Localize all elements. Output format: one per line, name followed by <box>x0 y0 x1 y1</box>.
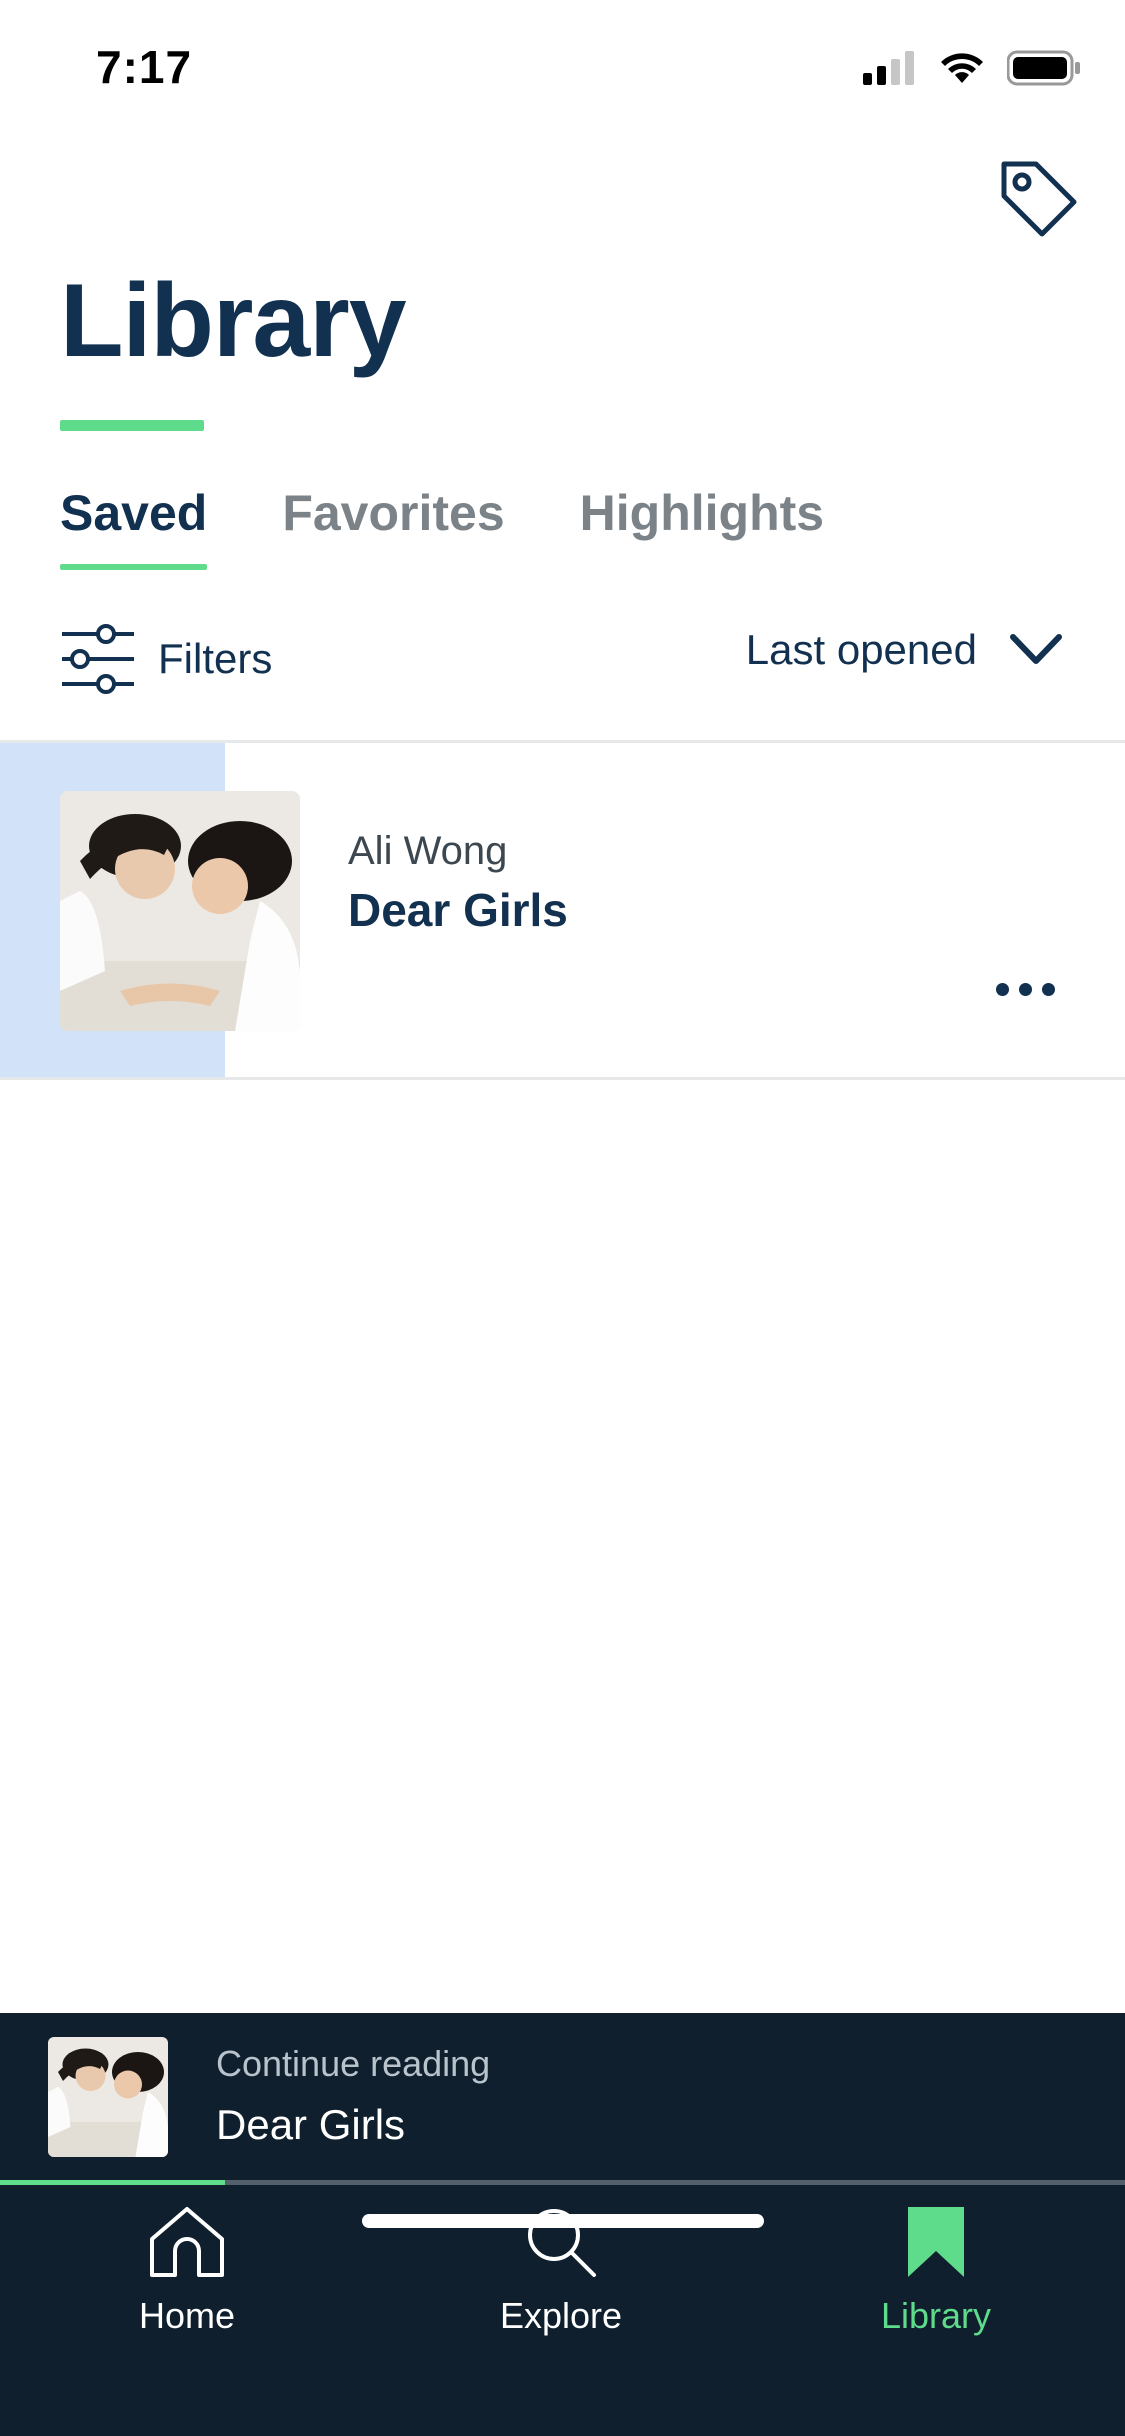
home-indicator <box>362 2214 764 2228</box>
continue-reading-title: Dear Girls <box>216 2101 406 2148</box>
tab-favorites[interactable]: Favorites <box>282 484 504 570</box>
chevron-down-icon <box>1010 634 1062 664</box>
status-bar: 7:17 <box>0 0 1125 140</box>
title-underline <box>60 420 204 431</box>
list-item[interactable]: Ali Wong Dear Girls <box>0 743 1125 1077</box>
tag-icon <box>1001 161 1077 237</box>
filters-label: Filters <box>158 635 273 682</box>
more-options-button[interactable] <box>996 983 1055 996</box>
tab-library[interactable]: Library <box>806 2205 1066 2337</box>
bookmark-icon <box>908 2207 964 2277</box>
tab-explore-label: Explore <box>499 2295 623 2336</box>
wifi-icon <box>941 53 983 83</box>
sort-dropdown[interactable]: Last opened <box>746 626 1063 674</box>
more-dots-icon <box>996 983 1009 996</box>
book-cover <box>60 791 300 1031</box>
status-icons <box>863 50 1081 86</box>
tab-home[interactable]: Home <box>57 2205 317 2337</box>
sliders-icon <box>62 624 134 694</box>
divider-bottom <box>0 1077 1125 1080</box>
tab-home-label: Home <box>138 2295 236 2336</box>
home-icon <box>150 2207 224 2277</box>
tab-library-label: Library <box>880 2295 992 2336</box>
tab-highlights[interactable]: Highlights <box>580 484 824 570</box>
sort-label: Last opened <box>745 626 977 673</box>
library-tabs: Saved Favorites Highlights <box>60 484 824 570</box>
status-time: 7:17 <box>96 41 193 93</box>
filter-row: Filters Last opened <box>0 612 1125 742</box>
battery-icon <box>1007 50 1080 86</box>
page-title: Library <box>60 263 407 379</box>
continue-reading-caption: Continue reading <box>216 2043 491 2084</box>
continue-reading-cover <box>48 2037 168 2157</box>
tag-button[interactable] <box>996 156 1080 240</box>
cellular-signal-icon <box>863 51 914 85</box>
book-title: Dear Girls <box>348 884 568 936</box>
continue-reading-bar[interactable]: Continue reading Dear Girls <box>0 2013 1125 2185</box>
book-author: Ali Wong <box>348 829 508 873</box>
tab-saved[interactable]: Saved <box>60 484 208 570</box>
filters-button[interactable]: Filters <box>60 624 272 694</box>
